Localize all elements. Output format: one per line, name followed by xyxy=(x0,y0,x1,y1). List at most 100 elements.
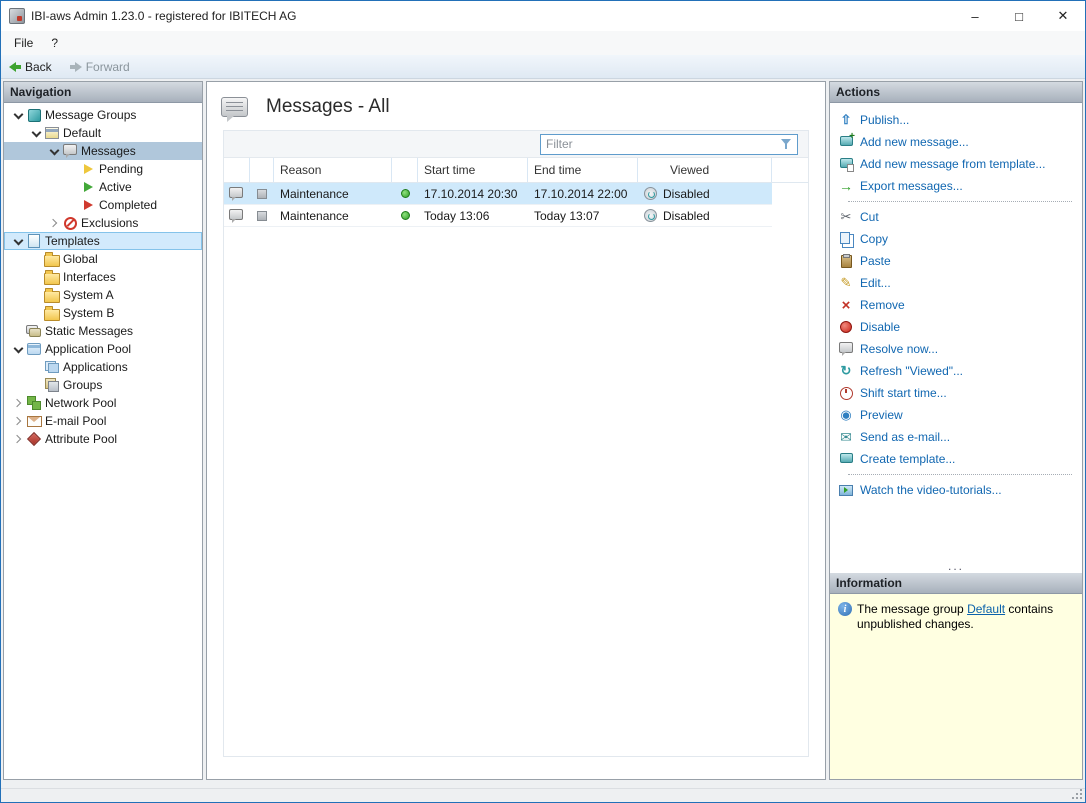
action-disable[interactable]: Disable xyxy=(838,316,1082,338)
status-bar xyxy=(1,788,1085,802)
resize-grip[interactable] xyxy=(1073,790,1082,799)
action-export-messages[interactable]: Export messages... xyxy=(838,175,1082,197)
tree-item-network-pool[interactable]: Network Pool xyxy=(4,394,202,412)
column-header-icon[interactable] xyxy=(224,158,250,182)
action-label: Disable xyxy=(860,320,900,334)
back-button[interactable]: Back xyxy=(5,56,56,78)
action-publish[interactable]: Publish... xyxy=(838,109,1082,131)
action-label: Export messages... xyxy=(860,179,963,193)
action-shift-start-time[interactable]: Shift start time... xyxy=(838,382,1082,404)
cut-icon xyxy=(838,209,854,225)
actions-separator xyxy=(848,201,1072,202)
message-row[interactable]: Maintenance Today 13:06 Today 13:07 Disa… xyxy=(224,205,772,227)
tree-item-default[interactable]: Default xyxy=(4,124,202,142)
message-group-link[interactable]: Default xyxy=(967,602,1005,616)
tree-item-message-groups[interactable]: Message Groups xyxy=(4,106,202,124)
forward-button[interactable]: Forward xyxy=(66,56,134,78)
tree-item-applications[interactable]: Applications xyxy=(4,358,202,376)
actions-overflow-indicator[interactable]: ... xyxy=(830,559,1082,573)
tree-item-global[interactable]: Global xyxy=(4,250,202,268)
menu-file[interactable]: File xyxy=(5,33,42,53)
completed-icon xyxy=(80,197,96,213)
unpublished-indicator-icon xyxy=(257,189,267,199)
chevron-expanded-icon[interactable] xyxy=(10,341,26,357)
chevron-expanded-icon[interactable] xyxy=(10,233,26,249)
chevron-slot xyxy=(28,305,44,321)
chevron-collapsed-icon[interactable] xyxy=(46,215,62,231)
chevron-collapsed-icon[interactable] xyxy=(10,395,26,411)
page-title: Messages - All xyxy=(266,96,390,118)
copy-icon xyxy=(838,231,854,247)
menu-help[interactable]: ? xyxy=(42,33,67,53)
tree-item-pending[interactable]: Pending xyxy=(4,160,202,178)
action-cut[interactable]: Cut xyxy=(838,206,1082,228)
close-button[interactable]: ✕ xyxy=(1041,1,1085,31)
tree-item-exclusions[interactable]: Exclusions xyxy=(4,214,202,232)
column-header-viewed[interactable]: Viewed xyxy=(638,158,772,182)
column-header-end-time[interactable]: End time xyxy=(528,158,638,182)
chevron-expanded-icon[interactable] xyxy=(46,143,62,159)
static-messages-icon xyxy=(26,323,42,339)
tree-item-attribute-pool[interactable]: Attribute Pool xyxy=(4,430,202,448)
action-copy[interactable]: Copy xyxy=(838,228,1082,250)
tree-item-label: Network Pool xyxy=(45,396,116,410)
filter-funnel-icon[interactable] xyxy=(780,138,792,150)
tree-item-groups[interactable]: Groups xyxy=(4,376,202,394)
column-header-status[interactable] xyxy=(392,158,418,182)
tree-item-interfaces[interactable]: Interfaces xyxy=(4,268,202,286)
action-send-as-email[interactable]: Send as e-mail... xyxy=(838,426,1082,448)
maximize-button[interactable]: □ xyxy=(997,1,1041,31)
reason-cell: Maintenance xyxy=(274,183,392,204)
action-watch-video-tutorials[interactable]: Watch the video-tutorials... xyxy=(838,479,1082,501)
forward-arrow-icon xyxy=(70,62,82,72)
chevron-expanded-icon[interactable] xyxy=(28,125,44,141)
reason-cell: Maintenance xyxy=(274,205,392,226)
tree-item-application-pool[interactable]: Application Pool xyxy=(4,340,202,358)
side-pane: Actions Publish... Add new message... Ad… xyxy=(829,81,1083,780)
tree-item-system-b[interactable]: System B xyxy=(4,304,202,322)
tree-item-label: Interfaces xyxy=(63,270,116,284)
action-edit[interactable]: Edit... xyxy=(838,272,1082,294)
info-icon xyxy=(838,602,852,616)
tree-item-label: Application Pool xyxy=(45,342,131,356)
action-paste[interactable]: Paste xyxy=(838,250,1082,272)
minimize-button[interactable]: – xyxy=(953,1,997,31)
message-row[interactable]: Maintenance 17.10.2014 20:30 17.10.2014 … xyxy=(224,183,772,205)
chevron-slot xyxy=(64,197,80,213)
tree-item-label: Message Groups xyxy=(45,108,136,122)
forward-label: Forward xyxy=(86,60,130,74)
filter-box[interactable] xyxy=(540,134,798,155)
action-add-new-message-from-template[interactable]: Add new message from template... xyxy=(838,153,1082,175)
chevron-expanded-icon[interactable] xyxy=(10,107,26,123)
tree-item-templates[interactable]: Templates xyxy=(4,232,202,250)
publish-icon xyxy=(838,112,854,128)
tree-item-label: Default xyxy=(63,126,101,140)
tree-item-static-messages[interactable]: Static Messages xyxy=(4,322,202,340)
action-create-template[interactable]: Create template... xyxy=(838,448,1082,470)
column-header-indicator[interactable] xyxy=(250,158,274,182)
end-time-cell: 17.10.2014 22:00 xyxy=(528,183,638,204)
tree-item-messages[interactable]: Messages xyxy=(4,142,202,160)
message-groups-icon xyxy=(26,107,42,123)
action-add-new-message[interactable]: Add new message... xyxy=(838,131,1082,153)
action-remove[interactable]: Remove xyxy=(838,294,1082,316)
chevron-slot xyxy=(28,251,44,267)
column-header-start-time[interactable]: Start time xyxy=(418,158,528,182)
action-resolve-now[interactable]: Resolve now... xyxy=(838,338,1082,360)
tree-item-email-pool[interactable]: E-mail Pool xyxy=(4,412,202,430)
tree-item-system-a[interactable]: System A xyxy=(4,286,202,304)
column-header-reason[interactable]: Reason xyxy=(274,158,392,182)
filter-input[interactable] xyxy=(546,137,780,151)
chevron-collapsed-icon[interactable] xyxy=(10,413,26,429)
tree-item-active[interactable]: Active xyxy=(4,178,202,196)
chevron-slot xyxy=(28,287,44,303)
chevron-slot xyxy=(28,359,44,375)
tree-item-completed[interactable]: Completed xyxy=(4,196,202,214)
action-preview[interactable]: Preview xyxy=(838,404,1082,426)
menu-bar: File ? xyxy=(1,31,1085,55)
actions-pane-header: Actions xyxy=(830,82,1082,103)
message-group-icon xyxy=(44,125,60,141)
navigation-tree: Message Groups Default Messages Pending xyxy=(4,103,202,779)
action-refresh-viewed[interactable]: Refresh "Viewed"... xyxy=(838,360,1082,382)
chevron-collapsed-icon[interactable] xyxy=(10,431,26,447)
